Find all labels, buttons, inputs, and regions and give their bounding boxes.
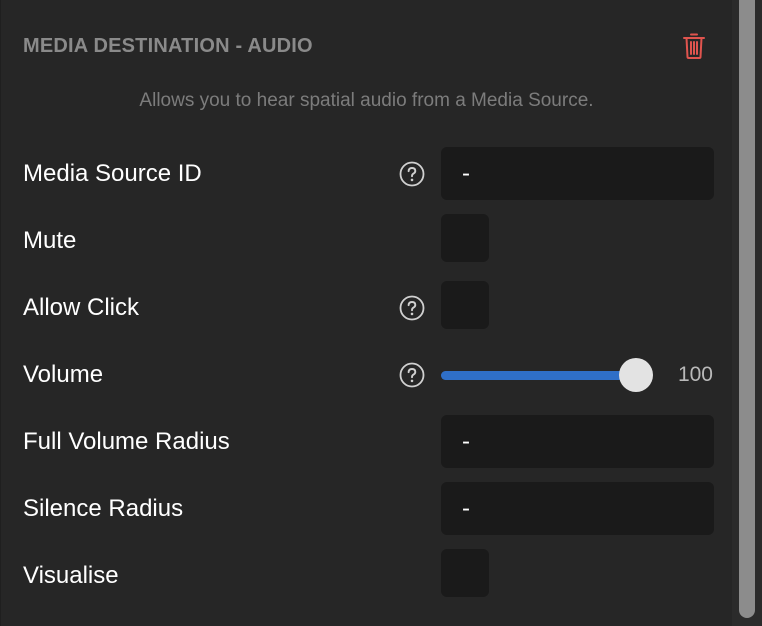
volume-slider-thumb[interactable] [619,358,653,392]
visualise-checkbox[interactable] [441,549,489,597]
question-circle-icon[interactable] [399,295,425,321]
media-source-id-row: Media Source ID - [1,147,733,201]
panel-header: MEDIA DESTINATION - AUDIO [23,31,705,61]
scrollbar-thumb[interactable] [739,0,755,618]
visualise-label: Visualise [23,562,119,589]
allow-click-label: Allow Click [23,294,140,321]
full-volume-radius-label: Full Volume Radius [23,428,230,455]
question-circle-icon[interactable] [399,161,425,187]
volume-slider-fill [441,371,636,380]
silence-radius-row: Silence Radius - [1,482,733,536]
volume-label: Volume [23,361,104,388]
silence-radius-input[interactable]: - [441,482,714,535]
vertical-scrollbar [732,0,762,626]
media-source-id-label: Media Source ID [23,160,202,187]
allow-click-row: Allow Click [1,281,733,335]
visualise-row: Visualise [1,549,733,603]
media-source-id-input[interactable]: - [441,147,714,200]
volume-row: Volume 100 [1,348,733,402]
panel-description: Allows you to hear spatial audio from a … [139,90,594,111]
mute-row: Mute [1,214,733,268]
silence-radius-label: Silence Radius [23,495,184,522]
trash-icon [683,33,705,59]
mute-label: Mute [23,227,77,254]
media-destination-audio-panel: MEDIA DESTINATION - AUDIO Allows you to … [0,0,732,626]
full-volume-radius-row: Full Volume Radius - [1,415,733,469]
question-circle-icon[interactable] [399,362,425,388]
delete-button[interactable] [680,31,708,61]
allow-click-checkbox[interactable] [441,281,489,329]
panel-title: MEDIA DESTINATION - AUDIO [23,34,313,57]
mute-checkbox[interactable] [441,214,489,262]
volume-value: 100 [677,363,713,386]
full-volume-radius-input[interactable]: - [441,415,714,468]
volume-slider[interactable] [441,348,653,402]
